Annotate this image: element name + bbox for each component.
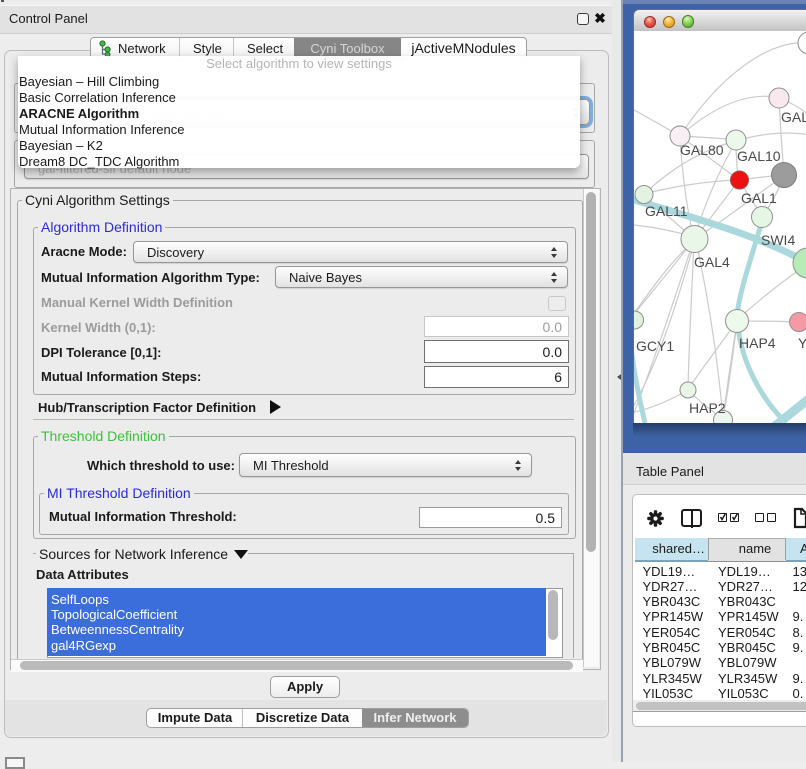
svg-text:GAL11: GAL11 xyxy=(645,203,688,219)
svg-text:GAL2: GAL2 xyxy=(781,109,806,125)
svg-text:SWI4: SWI4 xyxy=(761,232,795,248)
svg-text:HAP2: HAP2 xyxy=(689,400,726,416)
svg-text:GAL80: GAL80 xyxy=(680,142,724,158)
svg-text:GCY1: GCY1 xyxy=(636,338,674,354)
svg-text:YM: YM xyxy=(798,335,806,351)
svg-text:HAP4: HAP4 xyxy=(739,335,776,351)
svg-text:GAL10: GAL10 xyxy=(737,148,781,164)
svg-text:GAL1: GAL1 xyxy=(741,190,777,206)
svg-text:GAL4: GAL4 xyxy=(694,254,730,270)
